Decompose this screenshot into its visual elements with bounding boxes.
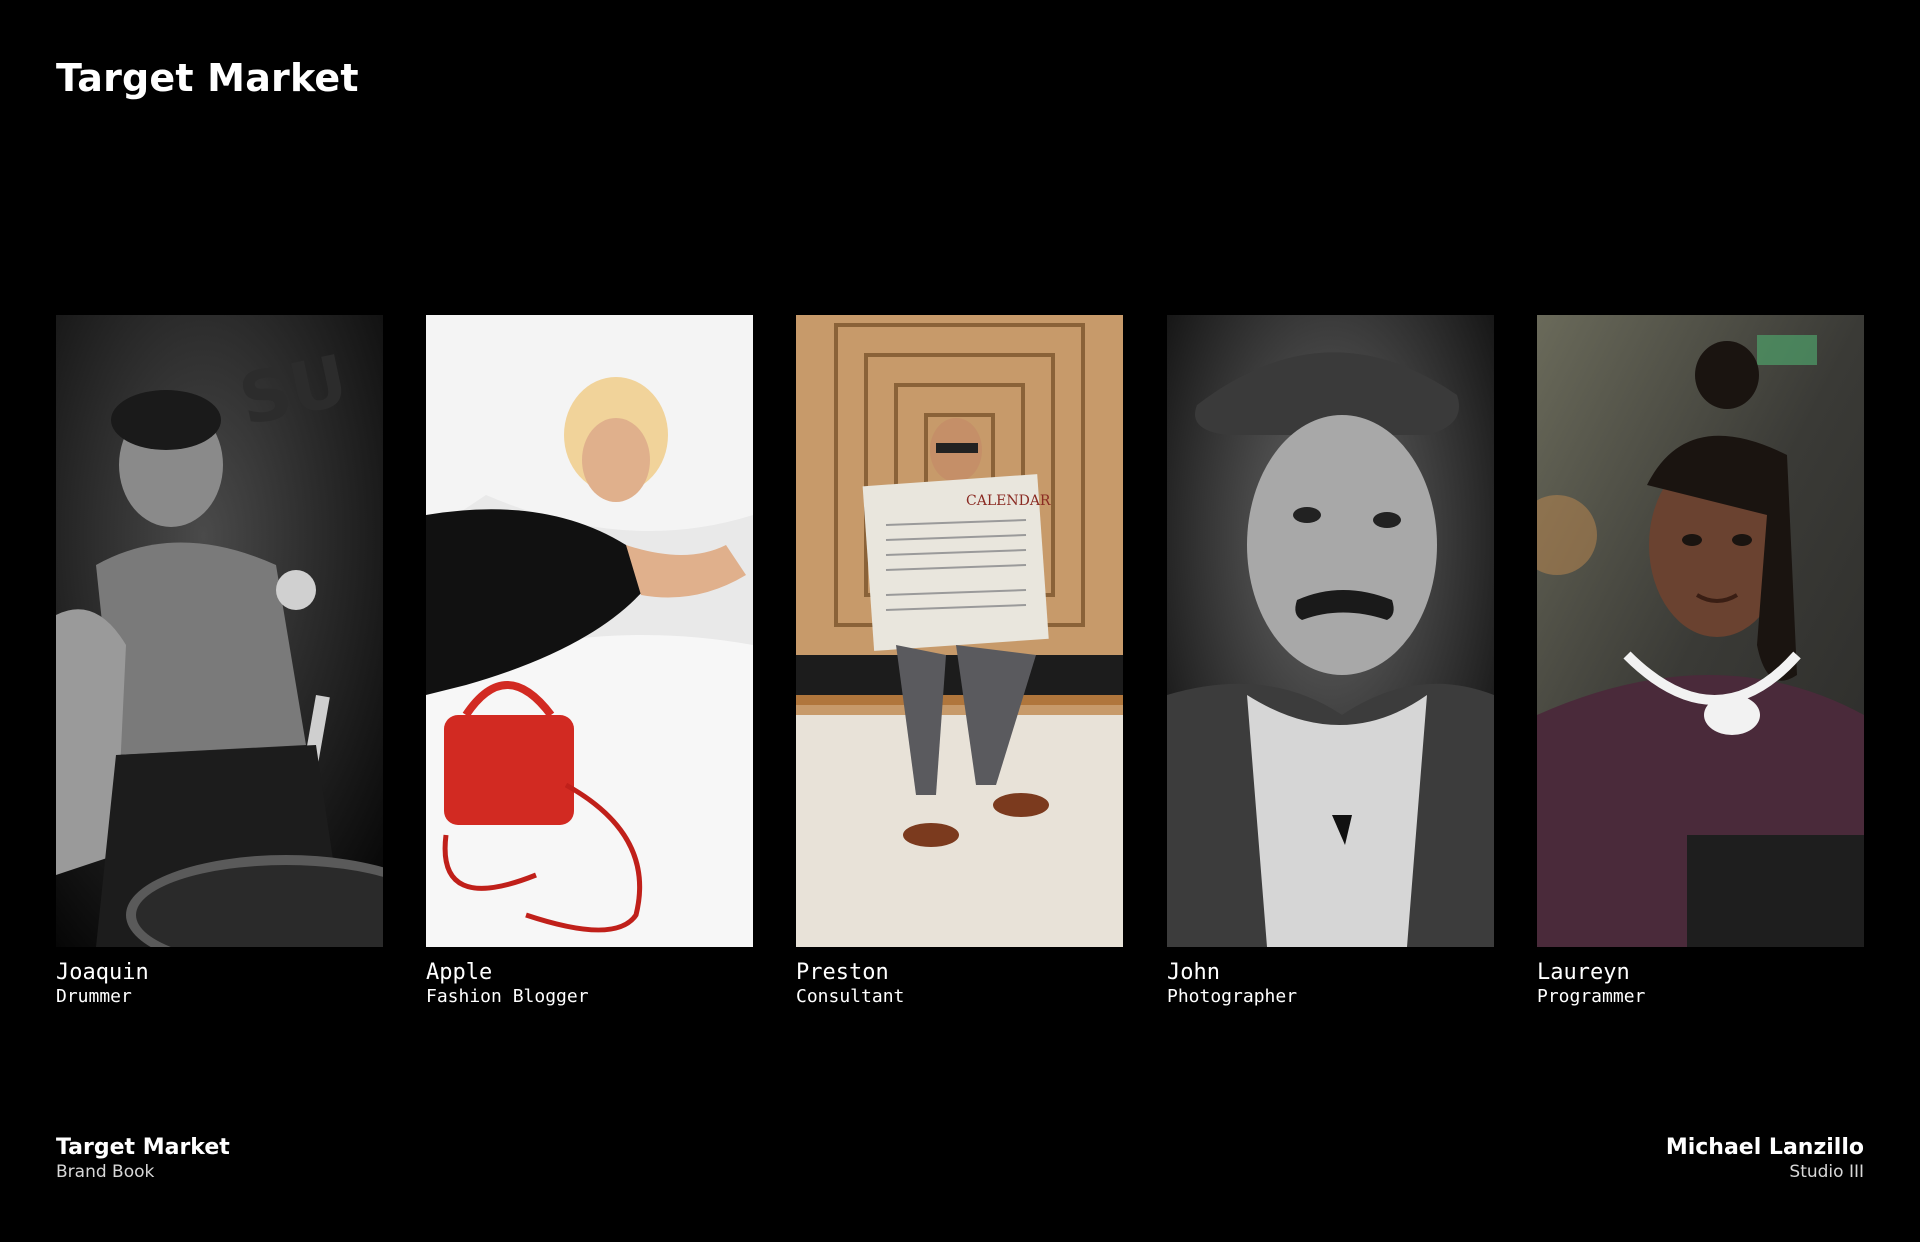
svg-text:CALENDAR: CALENDAR	[966, 493, 1051, 509]
photographer-photo-image	[1167, 315, 1494, 947]
persona-card-apple: Apple Fashion Blogger	[426, 315, 753, 1008]
persona-role: Consultant	[796, 986, 905, 1007]
footer-left-subtitle: Brand Book	[56, 1162, 155, 1182]
photo-drummer: SU	[56, 315, 383, 947]
persona-role: Photographer	[1167, 986, 1298, 1007]
photo-fashion-blogger	[426, 315, 753, 947]
photo-consultant: CALENDAR	[796, 315, 1123, 947]
fashion-blogger-photo-image	[426, 315, 753, 947]
persona-card-john: John Photographer	[1167, 315, 1494, 1008]
persona-role: Drummer	[56, 986, 132, 1007]
persona-card-laureyn: Laureyn Programmer	[1537, 315, 1864, 1008]
footer-right-subtitle: Studio III	[1789, 1162, 1864, 1182]
drummer-photo-image: SU	[56, 315, 383, 947]
footer-left-title: Target Market	[56, 1135, 230, 1160]
photo-photographer	[1167, 315, 1494, 947]
persona-card-joaquin: SU Joaquin Drummer	[56, 315, 383, 1008]
footer-left: Target Market Brand Book	[56, 1135, 230, 1183]
persona-role: Fashion Blogger	[426, 986, 589, 1007]
page-title: Target Market	[56, 56, 359, 100]
footer-right-title: Michael Lanzillo	[1665, 1135, 1864, 1160]
consultant-photo-image: CALENDAR	[796, 315, 1123, 947]
persona-role: Programmer	[1537, 986, 1646, 1007]
photo-programmer	[1537, 315, 1864, 947]
persona-card-preston: CALENDAR Preston Consultant	[796, 315, 1123, 1008]
persona-name: Joaquin	[56, 960, 149, 985]
persona-name: Apple	[426, 960, 493, 985]
persona-name: Laureyn	[1537, 960, 1630, 985]
persona-name: Preston	[796, 960, 889, 985]
footer-right: Michael Lanzillo Studio III	[1666, 1135, 1864, 1183]
persona-name: John	[1167, 960, 1220, 985]
programmer-photo-image	[1537, 315, 1864, 947]
